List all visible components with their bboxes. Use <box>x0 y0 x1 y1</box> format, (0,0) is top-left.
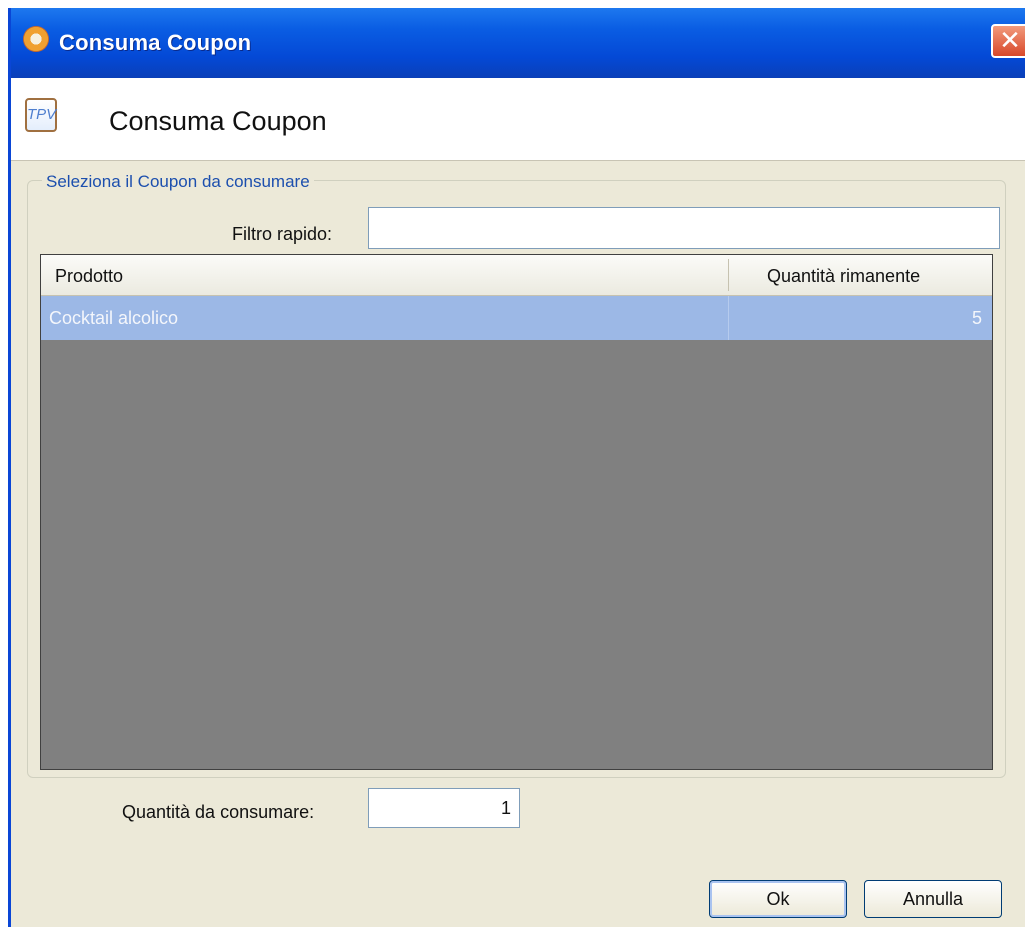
filter-label: Filtro rapido: <box>232 224 333 244</box>
close-icon[interactable]: ✕ <box>991 24 1025 58</box>
header-title: Consuma Coupon <box>109 106 327 136</box>
column-header-quantita[interactable]: Quantità rimanente <box>767 266 920 287</box>
quantity-input[interactable] <box>368 788 520 828</box>
table-row[interactable]: Cocktail alcolico 5 <box>41 296 992 340</box>
app-icon <box>23 26 49 52</box>
column-header-prodotto[interactable]: Prodotto <box>55 266 123 287</box>
column-separator[interactable] <box>728 259 729 291</box>
tpv-icon: TPV <box>25 98 57 132</box>
cell-prodotto: Cocktail alcolico <box>49 308 179 328</box>
filter-input[interactable] <box>368 207 1000 249</box>
cell-separator <box>728 296 729 340</box>
grid-header: Prodotto Quantità rimanente <box>41 255 992 296</box>
cell-quantita: 5 <box>971 308 982 328</box>
ok-button[interactable]: Ok <box>709 880 847 918</box>
window-title: Consuma Coupon <box>59 30 252 55</box>
cancel-button[interactable]: Annulla <box>864 880 1002 918</box>
title-bar[interactable]: Consuma Coupon ✕ <box>11 8 1025 78</box>
coupon-grid[interactable]: Prodotto Quantità rimanente Cocktail alc… <box>40 254 993 770</box>
groupbox-legend: Seleziona il Coupon da consumare <box>42 172 314 192</box>
dialog-header: TPV Consuma Coupon <box>11 78 1025 161</box>
quantity-label: Quantità da consumare: <box>122 802 315 822</box>
